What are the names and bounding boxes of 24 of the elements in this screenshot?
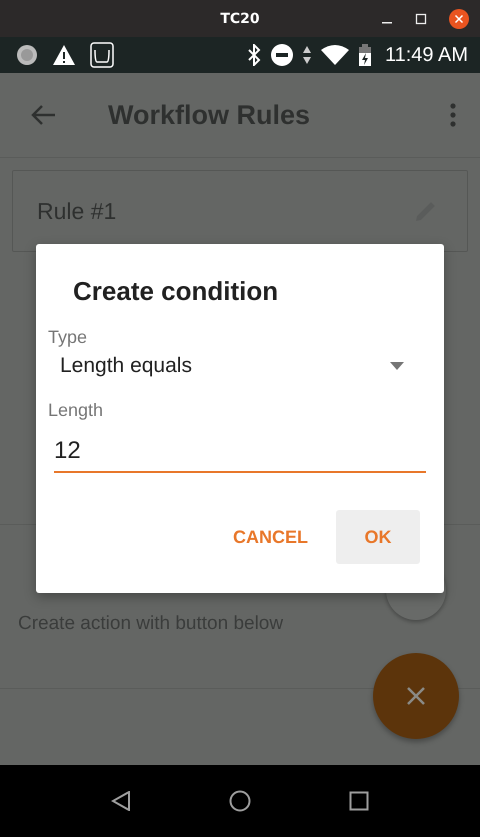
close-icon [407,687,425,705]
device-icon [90,42,114,68]
field-label: Type [48,327,88,348]
status-time: 11:49 AM [384,44,468,66]
type-dropdown[interactable]: Length equals [48,348,426,386]
dialog-button[interactable]: CANCEL [227,510,314,564]
wifi-icon [320,45,349,65]
recents-icon[interactable] [349,791,369,811]
back-icon[interactable] [111,791,131,811]
length-input[interactable]: 12 [54,433,426,473]
dialog-title: Create condition [73,276,280,307]
home-icon[interactable] [229,790,251,812]
window-title: TC20 [220,10,260,26]
dropdown-caret-icon [390,362,404,370]
field-label: Length [48,400,104,421]
data-arrows-icon [302,46,311,64]
bluetooth-icon [246,44,261,66]
do-not-disturb-icon [270,44,293,66]
maximize-icon[interactable] [415,13,427,25]
loading-icon [16,44,38,66]
warning-icon [52,44,76,66]
close-icon[interactable] [449,9,469,29]
dialog-button[interactable]: OK [336,510,420,564]
battery-icon [358,44,371,66]
